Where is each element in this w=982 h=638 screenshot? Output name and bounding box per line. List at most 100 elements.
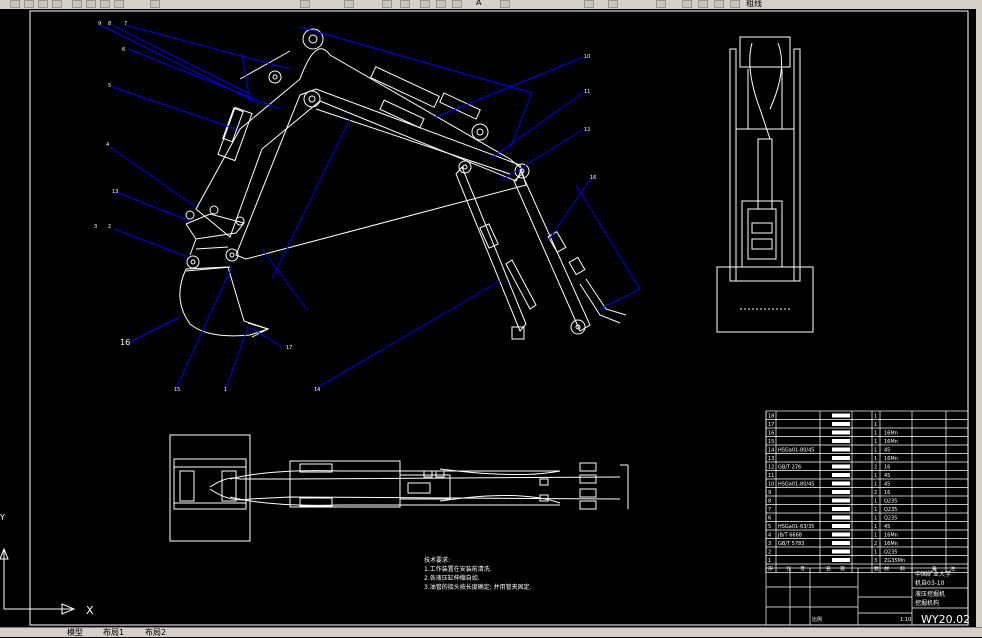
bom-row-qty: 1 — [874, 550, 877, 556]
tech-line-1: 1.工作装置在安装前清洗. — [424, 565, 492, 573]
ucs-y-label: Y — [0, 513, 5, 522]
scale: 1:10 — [900, 617, 911, 623]
side-view — [716, 36, 814, 333]
bom-row-qty: 2 — [874, 465, 877, 471]
design-center-icon[interactable] — [436, 0, 446, 8]
bom-row-name — [832, 481, 850, 486]
right-stick-lower — [513, 173, 591, 332]
bom-row-name — [832, 541, 850, 545]
callout-labels: 9 8 7 6 5 4 13 3 2 15 1 17 14 10 11 12 1… — [94, 21, 596, 393]
drawing-name-line2: 挖掘机构 — [915, 599, 939, 607]
bom-row-qty: 1 — [874, 533, 877, 539]
bom-row-no: 16 — [768, 431, 774, 437]
callout-18: 16 — [590, 175, 596, 181]
open-icon[interactable] — [24, 0, 34, 8]
bom-row-name — [832, 413, 850, 418]
bom-row-no: 9 — [768, 490, 771, 496]
save-icon[interactable] — [38, 0, 48, 8]
color-swatch-icon[interactable] — [730, 0, 740, 8]
bom-row-name — [832, 430, 850, 435]
bom-row-name — [832, 515, 850, 520]
layer-state-icon[interactable] — [656, 0, 666, 8]
bom-row-no: 17 — [768, 422, 774, 428]
callout-2: 2 — [108, 224, 111, 230]
bom-row-no: 13 — [768, 456, 774, 462]
callout-11: 11 — [584, 89, 590, 95]
new-icon[interactable] — [10, 0, 20, 8]
bom-row-no: 8 — [768, 499, 771, 505]
tab-layout1[interactable]: 布局1 — [100, 627, 127, 638]
vertical-scrollbar[interactable] — [976, 9, 982, 627]
boom-outline — [195, 48, 523, 238]
bom-row-mat: 16 — [884, 490, 890, 496]
bom-row-name — [832, 464, 850, 469]
layer-dropdown[interactable]: 粗线 — [746, 0, 762, 9]
bom-row-no: 12 — [768, 465, 774, 471]
paste-icon[interactable] — [100, 0, 110, 8]
bom-row-qty: 1 — [874, 507, 877, 513]
bom-row-mat: 45 — [884, 482, 890, 488]
bom-row-name — [832, 490, 850, 494]
callout-13: 13 — [112, 189, 118, 195]
cad-drawing: 9 8 7 6 5 4 13 3 2 15 1 17 14 10 11 12 1… — [0, 10, 970, 626]
bom-row-name — [832, 447, 850, 452]
bom-row-mat: Q235 — [884, 507, 897, 513]
callout-17: 17 — [286, 345, 292, 351]
bom-row-qty: 2 — [874, 490, 877, 496]
tab-model[interactable]: 模型 — [64, 627, 86, 638]
callout-7: 7 — [124, 21, 127, 27]
tech-requirements: 技术要求: 1.工作装置在安装前清洗. 2.各液压缸伸缩自如. 3.油管的接头按… — [424, 556, 532, 591]
lock-icon[interactable] — [714, 0, 724, 8]
bom-row-qty: 1 — [874, 456, 877, 462]
bom-header-cell: 号 — [800, 567, 805, 573]
copy-icon[interactable] — [86, 0, 96, 8]
zoom-window-icon[interactable] — [382, 0, 392, 8]
callout-1: 1 — [224, 387, 227, 393]
bom-row-name — [832, 549, 850, 554]
bom-row-mat: 16Mn — [884, 439, 898, 445]
callout-12: 12 — [584, 127, 590, 133]
bom-row-name — [832, 422, 850, 426]
match-icon[interactable] — [114, 0, 124, 8]
bom-row-no: 4 — [768, 533, 771, 539]
callout-6: 6 — [122, 47, 125, 53]
bom-row-mat: 16Mn — [884, 431, 898, 437]
bom-row-name — [832, 439, 850, 443]
sun-icon[interactable] — [698, 0, 708, 8]
callout-9: 9 — [98, 21, 101, 27]
tech-title: 技术要求: — [424, 556, 450, 564]
table-icon[interactable] — [584, 0, 594, 8]
bom-header-cell: 名 — [826, 566, 831, 573]
tech-line-2: 2.各液压缸伸缩自如. — [424, 574, 480, 582]
zoom-prev-icon[interactable] — [400, 0, 410, 8]
bom-row-qty: 1 — [874, 448, 877, 454]
text-icon[interactable]: A — [476, 0, 481, 7]
undo-icon[interactable] — [150, 0, 160, 8]
bom-row-qty: 2 — [874, 541, 877, 547]
bom-row-code: JB/T 6668 — [777, 533, 802, 539]
drawing-canvas[interactable]: 9 8 7 6 5 4 13 3 2 15 1 17 14 10 11 12 1… — [0, 9, 982, 627]
bom-row-no: 7 — [768, 507, 771, 513]
zoom-icon[interactable] — [344, 0, 354, 8]
callout-14: 14 — [314, 387, 320, 393]
bom-row-no: 18 — [768, 414, 774, 420]
layer-manager-icon[interactable] — [608, 0, 618, 8]
bom-row-mat: 16Mn — [884, 541, 898, 547]
school-line2: 机自03-10 — [915, 579, 945, 587]
tab-layout2[interactable]: 布局2 — [142, 627, 169, 638]
bucket-linkage — [185, 213, 245, 240]
cut-icon[interactable] — [72, 0, 82, 8]
bom-row-no: 1 — [768, 558, 771, 564]
excavator-elevation — [179, 28, 627, 340]
bom-row-qty: 1 — [874, 422, 877, 428]
bulb-icon[interactable] — [682, 0, 692, 8]
properties-icon[interactable] — [420, 0, 430, 8]
ucs-icon — [0, 547, 76, 615]
bom-row-code: HSGa01-80/45 — [778, 448, 814, 454]
palette-icon[interactable] — [452, 0, 462, 8]
print-icon[interactable] — [52, 0, 62, 8]
callout-8: 8 — [108, 21, 111, 27]
pan-icon[interactable] — [300, 0, 310, 8]
bom-row-name — [832, 558, 850, 562]
calc-icon[interactable] — [500, 0, 510, 8]
